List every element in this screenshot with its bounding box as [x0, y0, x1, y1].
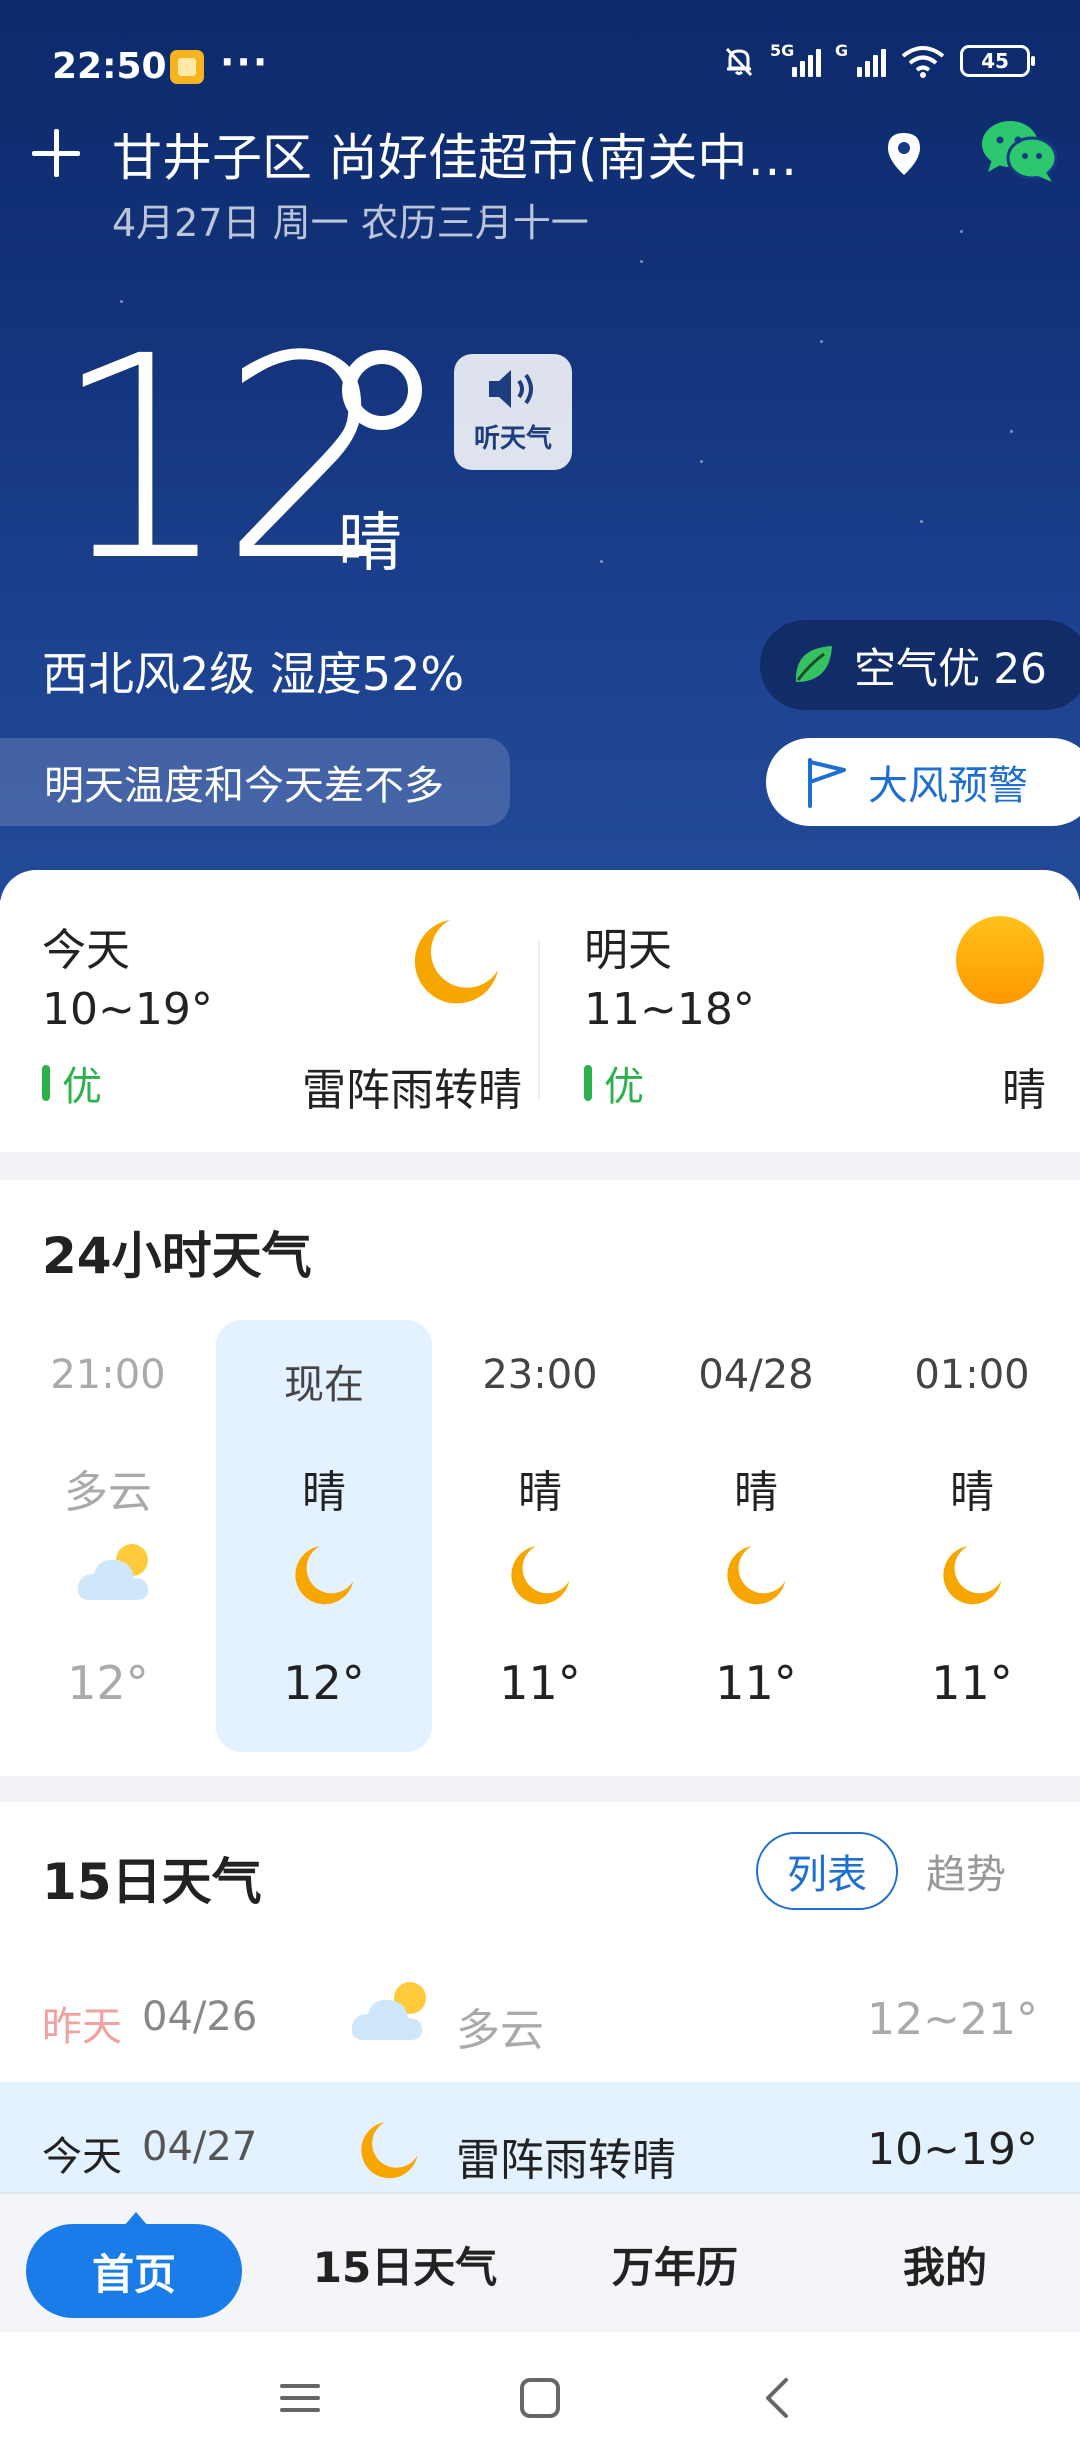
- leaf-icon: [795, 646, 832, 682]
- air-quality-label: 空气优 26: [854, 643, 1047, 693]
- tab-mine[interactable]: 我的: [810, 2194, 1080, 2334]
- tomorrow-condition: 晴: [1002, 1065, 1046, 1116]
- menu-icon[interactable]: [276, 2376, 324, 2420]
- mute-bell-icon: [725, 47, 753, 77]
- wind-alert-button[interactable]: 大风预警: [766, 738, 1080, 826]
- hour-item[interactable]: 21:00 多云 12°: [0, 1320, 216, 1752]
- speaker-icon: [489, 370, 533, 408]
- wind-humidity: 西北风2级 湿度52%: [42, 647, 465, 701]
- degree-symbol: [342, 350, 422, 430]
- tab-15-day[interactable]: 15日天气: [270, 2194, 540, 2334]
- listen-weather-button[interactable]: 听天气: [454, 354, 572, 470]
- tab-calendar[interactable]: 万年历: [540, 2194, 810, 2334]
- more-notifications-icon: ···: [220, 40, 270, 84]
- signal-5g-icon: 5G: [770, 41, 821, 77]
- view-toggle[interactable]: 列表 趋势: [756, 1832, 1006, 1910]
- flag-icon: [808, 758, 846, 808]
- hour-item[interactable]: 23:00 晴 11°: [432, 1320, 648, 1752]
- today-aqi: 优: [42, 1054, 102, 1112]
- moon-icon: [414, 920, 498, 1004]
- forecast-15-card: 15日天气 列表 趋势 昨天 04/26 多云 12~21° 今天 04/27 …: [0, 1802, 1080, 2212]
- bottom-tab-bar: 首页 15日天气 万年历 我的: [0, 2192, 1080, 2332]
- hourly-list[interactable]: 21:00 多云 12° 现在 晴 12° 23:00 晴 11° 04/28 …: [0, 1320, 1080, 1752]
- tomorrow-aqi: 优: [584, 1054, 644, 1112]
- cloudy-icon: [77, 1544, 148, 1600]
- home-icon[interactable]: [516, 2376, 564, 2420]
- hourly-card: 24小时天气 21:00 多云 12° 现在 晴 12° 23:00 晴 11°: [0, 1180, 1080, 1776]
- today-tomorrow-card[interactable]: 今天 10~19° 优 雷阵雨转晴 明天 11~18° 优 晴: [0, 870, 1080, 1152]
- wifi-icon: [901, 46, 945, 78]
- signal-icon: G: [835, 41, 886, 77]
- today-summary[interactable]: 今天 10~19° 优 雷阵雨转晴: [42, 914, 522, 1116]
- forecast-15-title: 15日天气: [42, 1853, 262, 1911]
- tomorrow-summary[interactable]: 明天 11~18° 优 晴: [584, 914, 1046, 1116]
- moon-icon: [511, 1546, 570, 1605]
- sun-icon: [956, 916, 1044, 1004]
- forecast-row[interactable]: 昨天 04/26 多云 12~21°: [0, 1952, 1080, 2082]
- hour-item[interactable]: 04/28 晴 11°: [648, 1320, 864, 1752]
- battery-icon: 45: [960, 45, 1035, 77]
- system-nav-bar: [0, 2332, 1080, 2460]
- air-quality-chip[interactable]: 空气优 26: [760, 620, 1080, 710]
- current-condition: 晴: [338, 507, 402, 581]
- wechat-share-icon[interactable]: [980, 118, 1058, 184]
- add-city-icon[interactable]: [28, 125, 84, 181]
- location-pin-icon: [888, 133, 920, 175]
- today-condition: 雷阵雨转晴: [302, 1065, 522, 1116]
- trend-view-button[interactable]: 趋势: [926, 1842, 1006, 1900]
- notes-app-icon: [170, 50, 204, 84]
- listen-weather-label: 听天气: [473, 424, 552, 454]
- date-lunar: 4月27日 周一 农历三月十一: [112, 201, 589, 245]
- back-icon[interactable]: [756, 2376, 804, 2420]
- cloudy-icon: [351, 1982, 426, 2040]
- wind-alert-label: 大风预警: [868, 763, 1028, 809]
- moon-icon: [295, 1546, 354, 1605]
- status-bar: 22:50 ··· 5G G 45: [0, 40, 1080, 96]
- hourly-title: 24小时天气: [42, 1227, 312, 1285]
- divider: [538, 940, 540, 1100]
- status-time: 22:50: [52, 46, 167, 87]
- tab-home[interactable]: 首页: [26, 2212, 242, 2318]
- list-view-button[interactable]: 列表: [756, 1832, 898, 1910]
- moon-icon: [361, 2122, 418, 2179]
- weather-hero: 22:50 ··· 5G G 45 甘井子区 尚好佳超市(南关中… 4月27日 …: [0, 0, 1080, 900]
- hour-item[interactable]: 01:00 晴 11°: [864, 1320, 1080, 1752]
- location-title[interactable]: 甘井子区 尚好佳超市(南关中…: [112, 118, 872, 190]
- hour-item-now[interactable]: 现在 晴 12°: [216, 1320, 432, 1752]
- moon-icon: [727, 1546, 786, 1605]
- moon-icon: [943, 1546, 1002, 1605]
- tomorrow-hint[interactable]: 明天温度和今天差不多: [0, 738, 510, 826]
